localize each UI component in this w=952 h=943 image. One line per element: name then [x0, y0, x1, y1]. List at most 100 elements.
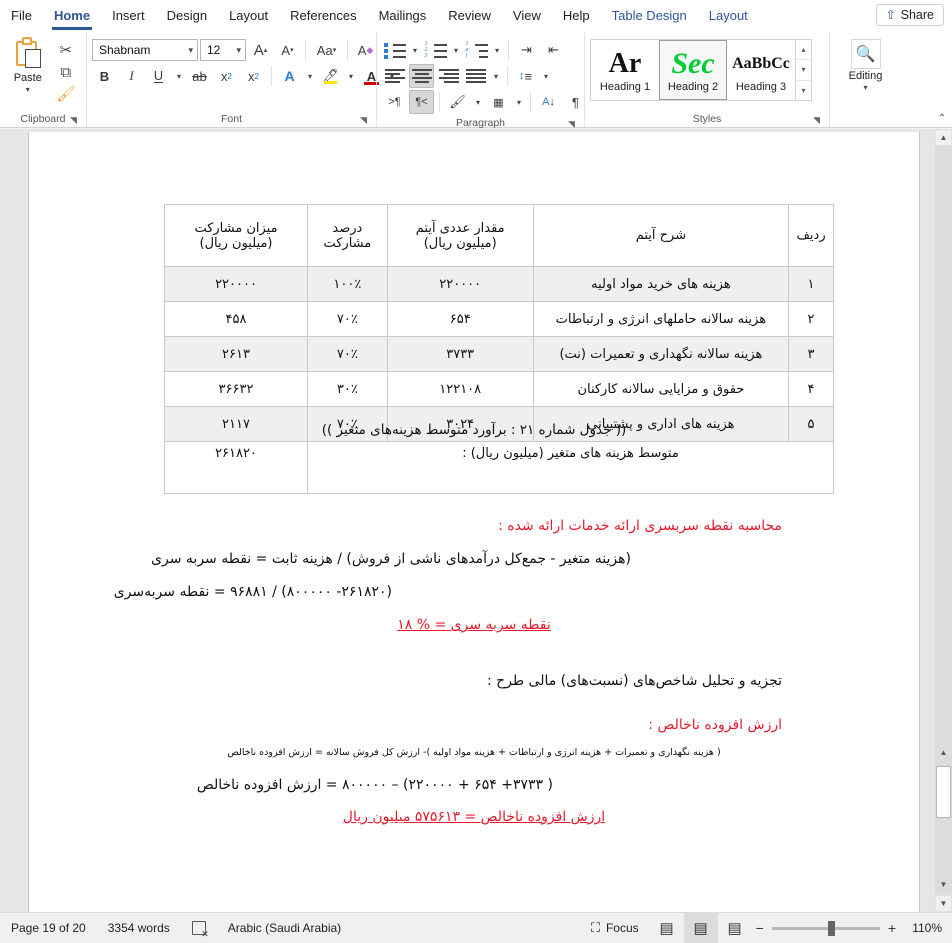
clear-formatting-icon[interactable]: A ◆ — [353, 38, 378, 62]
chevron-down-icon[interactable]: ▾ — [26, 86, 30, 94]
multilevel-chevron-down-icon[interactable]: ▾ — [491, 38, 503, 62]
styles-more-icon[interactable]: ▾ — [796, 81, 811, 100]
styles-scroll-up-icon[interactable]: ▴ — [796, 40, 811, 61]
numbering-icon[interactable]: 123 — [423, 38, 448, 62]
strikethrough-icon[interactable]: ab — [187, 64, 212, 88]
bold-button[interactable]: B — [92, 64, 117, 88]
header-participation: میزان مشارکت (میلیون ریال) — [163, 204, 309, 267]
zoom-slider-thumb[interactable] — [827, 920, 835, 936]
font-size-combo[interactable]: 12 ▾ — [200, 39, 246, 61]
tab-label: Layout — [229, 7, 269, 23]
header-text-line2: (میلیون ریال) — [199, 235, 273, 251]
previous-page-icon[interactable]: ▲ — [935, 744, 952, 761]
font-dialog-launcher-icon[interactable]: ◥ — [358, 115, 369, 126]
grow-font-icon[interactable]: A ▴ — [248, 38, 273, 62]
scissors-icon[interactable]: ✂ — [55, 40, 77, 60]
font-name-combo[interactable]: Shabnam ▾ — [92, 39, 198, 61]
shrink-font-icon[interactable]: A ▾ — [275, 38, 300, 62]
text-highlight-icon[interactable]: 🖊 — [318, 64, 343, 88]
copy-icon[interactable]: ⧉ — [55, 62, 77, 82]
header-text-line2: مشارکت — [323, 235, 372, 251]
style-heading-2[interactable]: Sec Heading 2 — [659, 40, 727, 100]
zoom-in-icon[interactable]: + — [888, 920, 896, 936]
zoom-level-label[interactable]: 110% — [904, 921, 942, 935]
underline-button[interactable]: U — [146, 64, 171, 88]
zoom-out-icon[interactable]: − — [756, 920, 764, 936]
styles-dialog-launcher-icon[interactable]: ◥ — [811, 115, 822, 126]
share-button[interactable]: ⇧ Share — [875, 4, 944, 26]
sort-icon[interactable]: A ↓ — [536, 90, 561, 114]
scroll-down-icon[interactable]: ▼ — [935, 895, 952, 912]
tab-mailings[interactable]: Mailings — [368, 2, 438, 30]
collapse-ribbon-icon[interactable]: ⌃ — [938, 113, 946, 124]
tab-view[interactable]: View — [502, 2, 552, 30]
line-spacing-chevron-down-icon[interactable]: ▾ — [540, 64, 552, 88]
line-spacing-icon[interactable]: ↕ ≡ — [513, 64, 538, 88]
zoom-control[interactable]: − + 110% — [752, 920, 952, 936]
style-heading-3[interactable]: AaBbCc Heading 3 — [727, 40, 795, 100]
underline-chevron-down-icon[interactable]: ▾ — [173, 64, 185, 88]
vertical-scroll-thumb[interactable] — [936, 766, 951, 818]
italic-button[interactable]: I — [119, 64, 144, 88]
borders-icon[interactable]: ▦ — [486, 90, 511, 114]
focus-button[interactable]: ⛶ Focus — [580, 913, 650, 943]
decrease-indent-icon[interactable]: ⇥ — [514, 38, 539, 62]
vertical-scrollbar[interactable]: ▲ ▲ ▼ ▼ — [935, 129, 952, 912]
chevron-down-icon[interactable]: ▾ — [863, 84, 867, 92]
change-case-icon[interactable]: Aa ▾ — [311, 38, 342, 62]
superscript-icon[interactable]: x2 — [241, 64, 266, 88]
word-count[interactable]: 3354 words — [97, 913, 181, 943]
paragraph-value-added-heading: ارزش افزوده ناخالص : — [648, 717, 782, 733]
align-right-icon[interactable] — [436, 64, 461, 88]
proofing-errors-icon[interactable] — [181, 913, 217, 943]
cell-share: ۳۶۶۳۲ — [163, 371, 309, 407]
text-effects-icon[interactable]: A — [277, 64, 302, 88]
style-heading-1[interactable]: Ar Heading 1 — [591, 40, 659, 100]
read-mode-icon[interactable]: ▤ — [650, 913, 684, 943]
tab-label: Layout — [708, 7, 748, 23]
shading-chevron-down-icon[interactable]: ▾ — [472, 90, 484, 114]
shading-icon[interactable]: 🖌 — [445, 90, 470, 114]
tab-layout[interactable]: Layout — [218, 2, 279, 30]
tab-design[interactable]: Design — [156, 2, 218, 30]
tab-file[interactable]: File — [0, 2, 43, 30]
numbering-chevron-down-icon[interactable]: ▾ — [450, 38, 462, 62]
vertical-scroll-track[interactable]: ▲ ▼ — [935, 146, 952, 895]
tab-table-design[interactable]: Table Design — [601, 2, 698, 30]
justify-icon[interactable] — [463, 64, 488, 88]
left-to-right-icon[interactable]: >¶ — [382, 90, 407, 114]
page-indicator[interactable]: Page 19 of 20 — [0, 913, 97, 943]
justify-chevron-down-icon[interactable]: ▾ — [490, 64, 502, 88]
scroll-up-icon[interactable]: ▲ — [935, 129, 952, 146]
paste-button[interactable]: Paste ▾ — [5, 37, 51, 94]
next-page-icon[interactable]: ▼ — [935, 876, 952, 893]
print-layout-icon[interactable]: ▤ — [683, 913, 718, 943]
clipboard-dialog-launcher-icon[interactable]: ◥ — [68, 115, 79, 126]
styles-gallery: Ar Heading 1 Sec Heading 2 AaBbCc Headin… — [590, 39, 812, 101]
tab-references[interactable]: References — [279, 2, 367, 30]
bullets-icon[interactable] — [382, 38, 407, 62]
tab-insert[interactable]: Insert — [101, 2, 156, 30]
language-indicator[interactable]: Arabic (Saudi Arabia) — [217, 913, 352, 943]
styles-scroll-down-icon[interactable]: ▾ — [796, 60, 811, 81]
bullets-chevron-down-icon[interactable]: ▾ — [409, 38, 421, 62]
increase-indent-icon[interactable]: ⇤ — [541, 38, 566, 62]
text-effects-chevron-down-icon[interactable]: ▾ — [304, 64, 316, 88]
group-label-styles: Styles ◥ — [590, 111, 824, 127]
format-painter-icon[interactable]: 🖌 — [55, 84, 77, 104]
editing-button[interactable]: 🔍 Editing ▾ — [835, 37, 896, 92]
highlight-chevron-down-icon[interactable]: ▾ — [345, 64, 357, 88]
right-to-left-icon[interactable]: ¶< — [409, 90, 434, 114]
tab-review[interactable]: Review — [437, 2, 502, 30]
multilevel-list-icon[interactable]: 1ai — [464, 38, 489, 62]
tab-table-layout[interactable]: Layout — [698, 2, 759, 30]
align-left-icon[interactable] — [382, 64, 407, 88]
tab-home[interactable]: Home — [43, 2, 101, 30]
subscript-icon[interactable]: x2 — [214, 64, 239, 88]
web-layout-icon[interactable]: ▤ — [718, 913, 752, 943]
tab-help[interactable]: Help — [552, 2, 601, 30]
document-page[interactable]: ردیف شرح آیتم مقدار عددی آیتم (میلیون ری… — [28, 132, 920, 918]
zoom-slider[interactable] — [771, 920, 880, 936]
align-center-icon[interactable] — [409, 64, 434, 88]
borders-chevron-down-icon[interactable]: ▾ — [513, 90, 525, 114]
